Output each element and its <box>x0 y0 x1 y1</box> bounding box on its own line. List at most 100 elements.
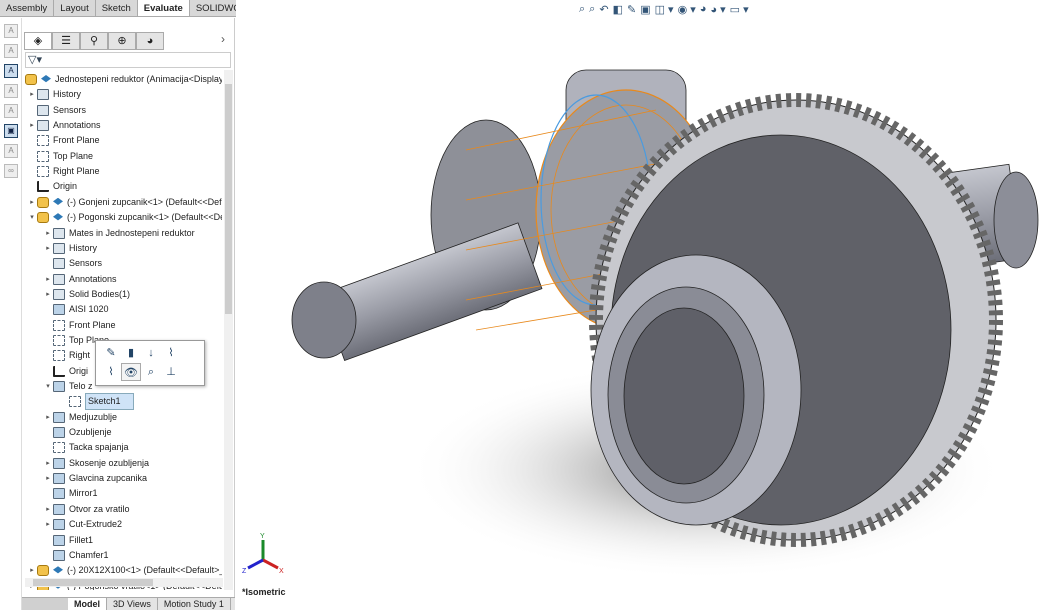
feature-manager-icon[interactable]: ◈ <box>24 32 52 50</box>
edit-appearance-icon[interactable]: ◕ <box>700 3 707 16</box>
chevron-right-icon[interactable]: › <box>221 32 225 46</box>
tab-layout[interactable]: Layout <box>54 0 96 16</box>
tree-item[interactable]: Sensors <box>43 256 102 271</box>
detach-icon[interactable]: ⌇ <box>101 363 121 381</box>
tree-item[interactable]: Chamfer1 <box>43 548 109 563</box>
tree-item[interactable]: ▸ Glavcina zupcanika <box>43 471 147 486</box>
smart-dimension-icon[interactable]: A <box>4 24 18 38</box>
edit-feature-icon[interactable]: ▮ <box>121 344 141 362</box>
weld-symbol-icon[interactable]: A <box>4 144 18 158</box>
balloon-icon[interactable]: A <box>4 84 18 98</box>
zoom-to-fit-icon[interactable]: ⌕ <box>579 3 585 16</box>
tree-item[interactable]: Ozubljenje <box>43 425 112 440</box>
tree-item[interactable]: ▸ Solid Bodies(1) <box>43 287 130 302</box>
scroll-thumb[interactable] <box>225 84 232 314</box>
note-icon[interactable]: A <box>4 44 18 58</box>
tree-item[interactable]: Origin <box>27 179 77 194</box>
tree-item[interactable]: Front Plane <box>27 133 100 148</box>
expand-arrow-icon[interactable]: ▸ <box>43 226 53 241</box>
tab-assembly[interactable]: Assembly <box>0 0 55 16</box>
print-icon[interactable]: ▣ <box>4 124 18 138</box>
expand-arrow-icon[interactable]: ▸ <box>43 287 53 302</box>
tree-item-label: Solid Bodies(1) <box>69 288 131 299</box>
stacked-balloon-icon[interactable]: A <box>4 104 18 118</box>
tree-item[interactable]: Tacka spajanja <box>43 440 129 455</box>
tree-item[interactable]: ▸ Cut-Extrude2 <box>43 517 122 532</box>
horizontal-scrollbar[interactable] <box>25 578 223 587</box>
tree-item[interactable]: ▸ Annotations <box>43 272 117 287</box>
tree-item[interactable]: ▸ Medjuzublje <box>43 410 117 425</box>
tree-item[interactable]: ▸ Annotations <box>27 118 101 133</box>
link-icon[interactable]: ∞ <box>4 164 18 178</box>
filter-field[interactable]: ▽▾ <box>25 52 231 68</box>
tree-item[interactable]: Sketch1 <box>59 393 134 411</box>
dimxpert-icon[interactable]: ⊕ <box>108 32 136 50</box>
tab-motion-study-1[interactable]: Motion Study 1 <box>158 598 231 610</box>
tree-item[interactable]: ▸ History <box>27 87 81 102</box>
expand-arrow-icon[interactable]: ▸ <box>43 272 53 287</box>
normal-to-icon[interactable]: ⊥ <box>161 363 181 381</box>
attach-icon[interactable]: ⌇ <box>161 344 181 362</box>
tree-item[interactable]: AISI 1020 <box>43 302 109 317</box>
tab-nav-buttons[interactable] <box>22 598 68 610</box>
tree-item[interactable]: Fillet1 <box>43 533 93 548</box>
expand-arrow-icon[interactable]: ▸ <box>43 410 53 425</box>
folder-icon <box>37 104 49 116</box>
expand-arrow-icon[interactable]: ▸ <box>43 241 53 256</box>
zoom-to-selection-icon[interactable]: ⌕ <box>141 363 161 381</box>
tree-item[interactable]: ▸ Mates in Jednostepeni reduktor <box>43 226 195 241</box>
tree-item[interactable]: ▸ Otvor za vratilo <box>43 502 130 517</box>
tab-3d-views[interactable]: 3D Views <box>107 598 158 610</box>
tree-item-label: Mirror1 <box>69 488 98 499</box>
scroll-thumb[interactable] <box>33 579 153 586</box>
tree-item[interactable]: ▾ Telo z <box>43 379 93 394</box>
dynamic-annotation-icon[interactable]: ✎ <box>627 3 636 16</box>
tree-item[interactable]: Right <box>43 348 90 363</box>
expand-arrow-icon[interactable]: ▸ <box>43 502 53 517</box>
expand-arrow-icon[interactable]: ▸ <box>27 118 37 133</box>
view-orientation-icon[interactable]: ▣ <box>640 3 650 16</box>
tree-item[interactable]: Jednostepeni reduktor (Animacija<Display… <box>25 72 222 87</box>
expand-arrow-icon[interactable]: ▸ <box>27 87 37 102</box>
feat-icon <box>53 457 65 469</box>
tree-item[interactable]: Front Plane <box>43 318 116 333</box>
tree-item[interactable]: ▸ (-) 20X12X100<1> (Default<<Default>_D <box>27 563 222 578</box>
assembly-model: Y X Z <box>242 69 1039 580</box>
tab-sketch[interactable]: Sketch <box>96 0 138 16</box>
configuration-manager-icon[interactable]: ⚲ <box>80 32 108 50</box>
display-manager-icon[interactable]: ◕ <box>136 32 164 50</box>
rollback-icon[interactable]: ↓ <box>141 344 161 362</box>
tab-evaluate[interactable]: Evaluate <box>137 0 190 16</box>
expand-arrow-icon[interactable]: ▸ <box>43 517 53 532</box>
tree-item-label: Sensors <box>53 104 87 115</box>
display-style-icon[interactable]: ◫ ▾ <box>655 3 674 16</box>
tree-item[interactable]: Sensors <box>27 103 86 118</box>
tree-item[interactable]: Mirror1 <box>43 486 98 501</box>
tree-item[interactable]: ▸ (-) Gonjeni zupcanik<1> (Default<<Defa <box>27 195 222 210</box>
section-view-icon[interactable]: ◧ <box>613 3 623 16</box>
hide-show-icon[interactable]: ◉ ▾ <box>678 3 696 16</box>
tree-item[interactable]: ▾ (-) Pogonski zupcanik<1> (Default<<De <box>27 210 222 225</box>
auto-balloon-icon[interactable]: A <box>4 64 18 78</box>
expand-arrow-icon[interactable]: ▸ <box>27 195 37 210</box>
property-manager-icon[interactable]: ☰ <box>52 32 80 50</box>
show-icon[interactable]: 👁 <box>121 363 141 381</box>
tree-item[interactable]: ▸ History <box>43 241 97 256</box>
expand-arrow-icon[interactable]: ▸ <box>43 471 53 486</box>
tree-item[interactable]: ▸ Skosenje ozubljenja <box>43 456 149 471</box>
collapse-arrow-icon[interactable]: ▾ <box>27 210 37 225</box>
zoom-to-area-icon[interactable]: ⌕ <box>589 3 595 16</box>
graphics-viewport[interactable]: Y X Z ⌕ ⌕ ↶ ◧ ✎ ▣ ◫ ▾ ◉ ▾ ◕ ◕ ▾ ▭ ▾ *Isometric <box>236 0 1042 610</box>
expand-arrow-icon[interactable]: ▸ <box>43 456 53 471</box>
tree-item[interactable]: Origi <box>43 364 88 379</box>
previous-view-icon[interactable]: ↶ <box>599 3 608 16</box>
expand-arrow-icon[interactable]: ▸ <box>27 563 37 578</box>
edit-sketch-icon[interactable]: ✎ <box>101 344 121 362</box>
vertical-scrollbar[interactable] <box>224 70 233 590</box>
tree-item[interactable]: Top Plane <box>27 149 93 164</box>
tab-model[interactable]: Model <box>68 598 107 610</box>
apply-scene-icon[interactable]: ◕ ▾ <box>710 3 725 16</box>
view-settings-icon[interactable]: ▭ ▾ <box>730 3 749 16</box>
collapse-arrow-icon[interactable]: ▾ <box>43 379 53 394</box>
tree-item[interactable]: Right Plane <box>27 164 100 179</box>
